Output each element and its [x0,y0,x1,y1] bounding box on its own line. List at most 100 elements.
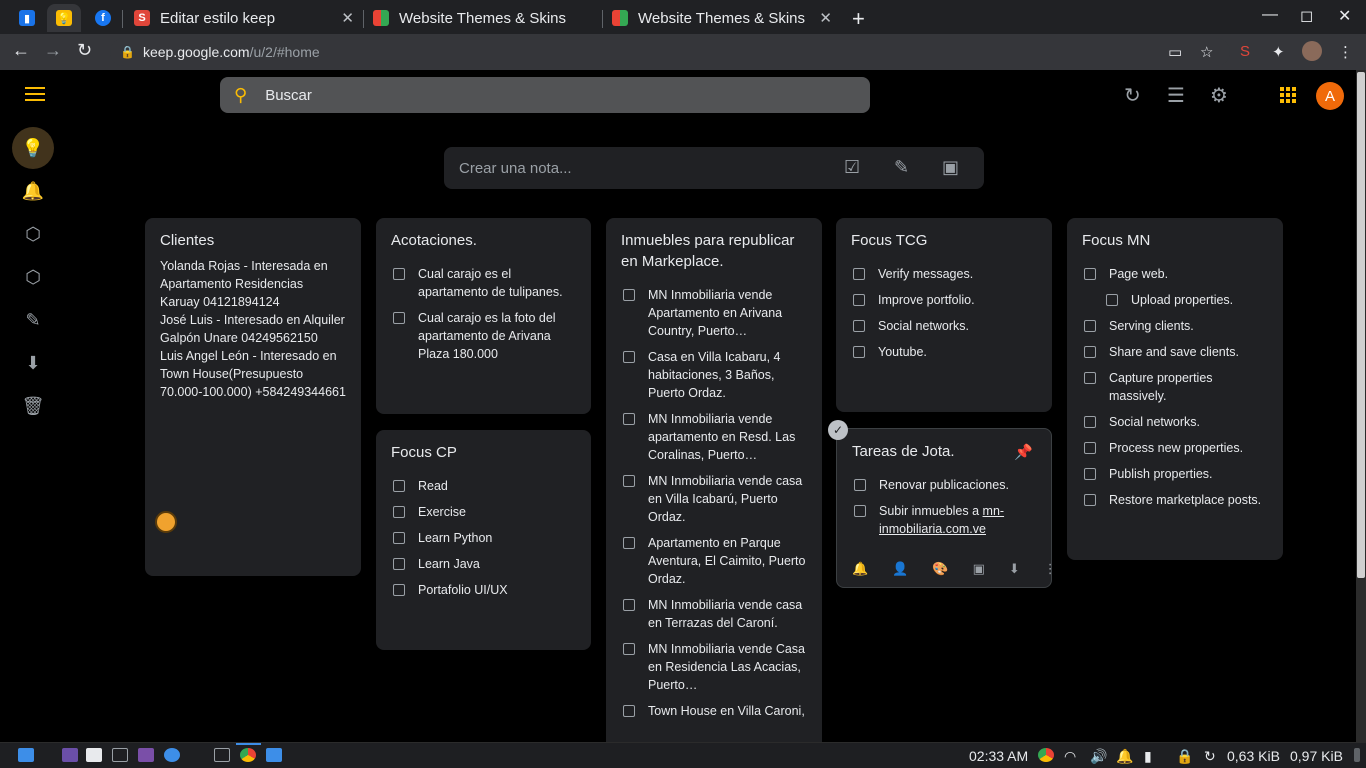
pinned-tab-keep[interactable]: 💡 [47,4,81,32]
checklist-item[interactable]: Social networks. [1082,413,1268,431]
chrome-tray-icon[interactable] [1038,748,1054,762]
main-menu-icon[interactable] [25,87,45,101]
rail-label-icon[interactable]: ⬡ [12,213,54,255]
battery-icon[interactable]: ▮ [1144,748,1152,765]
checklist-item[interactable]: Cual carajo es el apartamento de tulipan… [391,265,576,301]
rail-trash-icon[interactable]: 🗑 [12,385,54,427]
checklist-item[interactable]: Publish properties. [1082,465,1268,483]
volume-icon[interactable]: 🔊 [1090,748,1107,765]
rail-archive-icon[interactable]: ⬇ [12,342,54,384]
checklist-item[interactable]: Town House en Villa Caroni, [621,702,807,720]
checkbox[interactable] [854,505,866,517]
start-menu-icon[interactable] [18,748,34,762]
checklist-item[interactable]: Portafolio UI/UX [391,581,576,599]
checklist-item[interactable]: Learn Java [391,555,576,573]
new-drawing-brush-icon[interactable]: ✎ [894,157,909,178]
add-image-icon[interactable]: ▣ [973,561,985,577]
chrome-window-icon[interactable] [240,748,256,762]
checkbox[interactable] [1084,468,1096,480]
forward-button[interactable]: → [44,40,62,61]
install-app-icon[interactable]: ▭ [1168,43,1182,61]
checkbox[interactable] [853,346,865,358]
tab-website-themes-1[interactable]: Website Themes & Skins b [365,4,601,32]
more-options-icon[interactable]: ⋮ [1044,561,1057,577]
rail-reminders-bell-icon[interactable]: 🔔 [12,170,54,212]
rail-label-icon[interactable]: ⬡ [12,256,54,298]
profile-avatar[interactable] [1302,41,1322,61]
checkbox[interactable] [393,558,405,570]
checklist-item[interactable]: Subir inmuebles a mn-inmobiliaria.com.ve [852,502,1036,538]
checklist-item[interactable]: MN Inmobiliaria vende casa en Villa Icab… [621,472,807,526]
checklist-item[interactable]: MN Inmobiliaria vende apartamento en Res… [621,410,807,464]
archive-icon[interactable]: ⬇ [1009,561,1020,577]
list-view-icon[interactable]: ☰ [1167,83,1185,108]
apps-grid-icon[interactable] [1280,87,1296,103]
composer-input[interactable]: Crear una nota... [459,160,572,177]
note-clientes[interactable]: Clientes Yolanda Rojas - Interesada en A… [145,218,361,576]
checkbox[interactable] [1084,268,1096,280]
rail-notes-lightbulb-icon[interactable]: 💡 [12,127,54,169]
checkbox[interactable] [854,479,866,491]
app-launcher-icon[interactable] [62,748,78,762]
note-focus-mn[interactable]: Focus MN Page web. Upload properties. Se… [1067,218,1283,560]
note-focus-tcg[interactable]: Focus TCG Verify messages. Improve portf… [836,218,1052,412]
pinned-tab-trello[interactable]: ▮ [10,4,44,32]
new-tab-button[interactable]: + [852,6,865,32]
close-window-button[interactable]: ✕ [1338,6,1351,26]
checkbox[interactable] [853,268,865,280]
checkbox[interactable] [1084,442,1096,454]
maximize-button[interactable]: ◻ [1300,6,1313,26]
reload-button[interactable]: ↻ [77,40,92,61]
background-palette-icon[interactable]: 🎨 [932,561,948,577]
checkbox[interactable] [623,475,635,487]
pin-icon[interactable]: 📌 [1014,443,1033,461]
search-input[interactable]: Buscar [265,87,312,104]
close-icon[interactable]: ✕ [819,9,832,27]
checkbox[interactable] [1106,294,1118,306]
bookmark-star-icon[interactable]: ☆ [1200,43,1213,61]
note-tareas-de-jota[interactable]: Tareas de Jota. 📌 Renovar publicaciones.… [836,428,1057,588]
checklist-item[interactable]: Verify messages. [851,265,1037,283]
settings-gear-icon[interactable]: ⚙ [1210,83,1228,108]
close-icon[interactable]: ✕ [341,9,354,27]
checkbox[interactable] [1084,494,1096,506]
address-bar[interactable]: 🔒 keep.google.com /u/2/#home [110,38,1230,66]
lock-screen-icon[interactable]: 🔒 [1176,748,1193,765]
checklist-item[interactable]: Exercise [391,503,576,521]
select-note-check-icon[interactable]: ✓ [828,420,848,440]
checklist-item[interactable]: Social networks. [851,317,1037,335]
checklist-item[interactable]: Capture properties massively. [1082,369,1268,405]
refresh-icon[interactable]: ↻ [1124,83,1141,108]
checklist-item[interactable]: Youtube. [851,343,1037,361]
extensions-puzzle-icon[interactable]: ✦ [1272,43,1285,61]
stylus-extension-icon[interactable]: S [1240,43,1250,60]
checklist-item[interactable]: Cual carajo es la foto del apartamento d… [391,309,576,363]
remind-me-icon[interactable]: 🔔 [852,561,868,577]
checklist-item[interactable]: Restore marketplace posts. [1082,491,1268,509]
checkbox[interactable] [623,413,635,425]
note-composer[interactable]: Crear una nota... ☑ ✎ ▣ [444,147,984,189]
minimize-button[interactable]: — [1262,6,1278,24]
checklist-item[interactable]: Share and save clients. [1082,343,1268,361]
search-bar[interactable]: ⚲ Buscar [220,77,870,113]
checkbox[interactable] [393,584,405,596]
checklist-item[interactable]: Improve portfolio. [851,291,1037,309]
notifications-bell-icon[interactable]: 🔔 [1116,748,1133,765]
note-acotaciones[interactable]: Acotaciones. Cual carajo es el apartamen… [376,218,591,414]
checkbox[interactable] [1084,372,1096,384]
checkbox[interactable] [393,268,405,280]
wifi-icon[interactable]: ◠ [1064,748,1076,765]
checkbox[interactable] [393,532,405,544]
show-desktop-button[interactable] [1354,748,1360,762]
scrollbar-thumb[interactable] [1357,72,1365,578]
files-window-icon[interactable] [266,748,282,762]
menu-kebab-icon[interactable]: ⋮ [1338,43,1353,61]
clock[interactable]: 02:33 AM [969,748,1028,764]
page-scrollbar[interactable] [1356,70,1366,742]
note-focus-cp[interactable]: Focus CP Read Exercise Learn Python Lear… [376,430,591,650]
tab-website-themes-2[interactable]: Website Themes & Skins b ✕ [604,4,840,32]
checkbox[interactable] [623,705,635,717]
checklist-item[interactable]: Process new properties. [1082,439,1268,457]
checklist-item[interactable]: Read [391,477,576,495]
checklist-item[interactable]: MN Inmobiliaria vende casa en Terrazas d… [621,596,807,632]
